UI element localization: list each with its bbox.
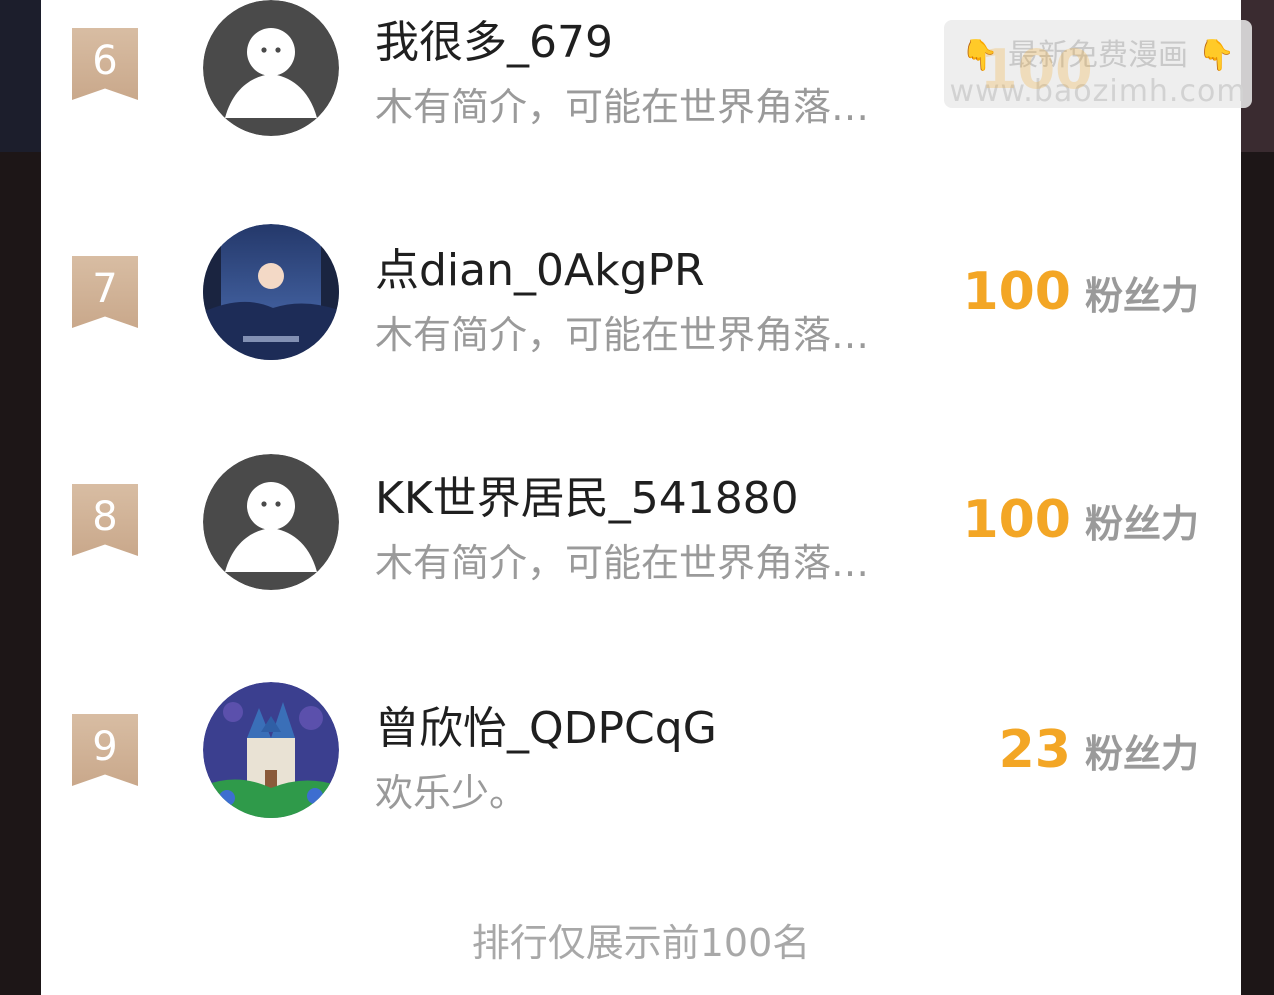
ranking-row[interactable]: 8 KK世界居民_541880 木有简介，可能在世界角落… 100 粉丝力 xyxy=(41,420,1241,620)
user-name[interactable]: KK世界居民_541880 xyxy=(375,462,799,526)
score-value: 100 xyxy=(962,262,1071,322)
user-name[interactable]: 曾欣怡_QDPCqG xyxy=(375,692,717,756)
user-bio: 欢乐少。 xyxy=(375,771,528,815)
faded-score: 100 xyxy=(980,38,1093,101)
rank-badge: 9 xyxy=(72,714,138,786)
ranking-row[interactable]: 6 我很多_679 木有简介，可能在世界角落… 100 👇 最新免费漫画 👇 w… xyxy=(41,0,1252,164)
user-avatar[interactable] xyxy=(203,224,339,360)
user-bio: 木有简介，可能在世界角落… xyxy=(375,313,870,357)
default-avatar-icon xyxy=(203,454,339,590)
score-unit: 粉丝力 xyxy=(1084,274,1199,318)
watermark-overlay: 100 👇 最新免费漫画 👇 www.baozimh.com xyxy=(944,20,1252,109)
user-name[interactable]: 我很多_679 xyxy=(375,6,613,70)
ranking-footer-note: 排行仅展示前100名 xyxy=(471,921,811,965)
user-avatar[interactable] xyxy=(203,682,339,818)
user-bio: 木有简介，可能在世界角落… xyxy=(375,85,870,129)
pointing-down-hand-icon: 👇 xyxy=(1197,38,1235,73)
ranking-row[interactable]: 7 点dian_0AkgPR 木有简介，可能在世界角落… 100 粉丝力 xyxy=(41,192,1241,392)
rank-badge: 8 xyxy=(72,484,138,556)
fan-power-score: 100 粉丝力 xyxy=(962,490,1199,550)
rank-badge: 6 xyxy=(72,28,138,100)
ranking-panel: 6 我很多_679 木有简介，可能在世界角落… 100 👇 最新免费漫画 👇 w… xyxy=(41,0,1252,995)
score-value: 23 xyxy=(998,720,1071,780)
fan-power-score: 23 粉丝力 xyxy=(999,720,1199,780)
ranking-row[interactable]: 9 曾欣怡_QDPCqG 欢乐少。 23 粉丝力 xyxy=(41,648,1241,848)
user-avatar[interactable] xyxy=(203,0,339,136)
user-name[interactable]: 点dian_0AkgPR xyxy=(375,234,705,298)
score-value: 100 xyxy=(962,490,1071,550)
score-unit: 粉丝力 xyxy=(1084,732,1199,776)
user-avatar[interactable] xyxy=(203,454,339,590)
default-avatar-icon xyxy=(203,0,339,136)
background-left xyxy=(0,0,41,152)
score-unit: 粉丝力 xyxy=(1084,502,1199,546)
fan-power-score: 100 粉丝力 xyxy=(962,262,1199,322)
user-bio: 木有简介，可能在世界角落… xyxy=(375,541,870,585)
rank-badge: 7 xyxy=(72,256,138,328)
moon-photo xyxy=(203,224,339,360)
castle-illustration xyxy=(203,682,339,818)
